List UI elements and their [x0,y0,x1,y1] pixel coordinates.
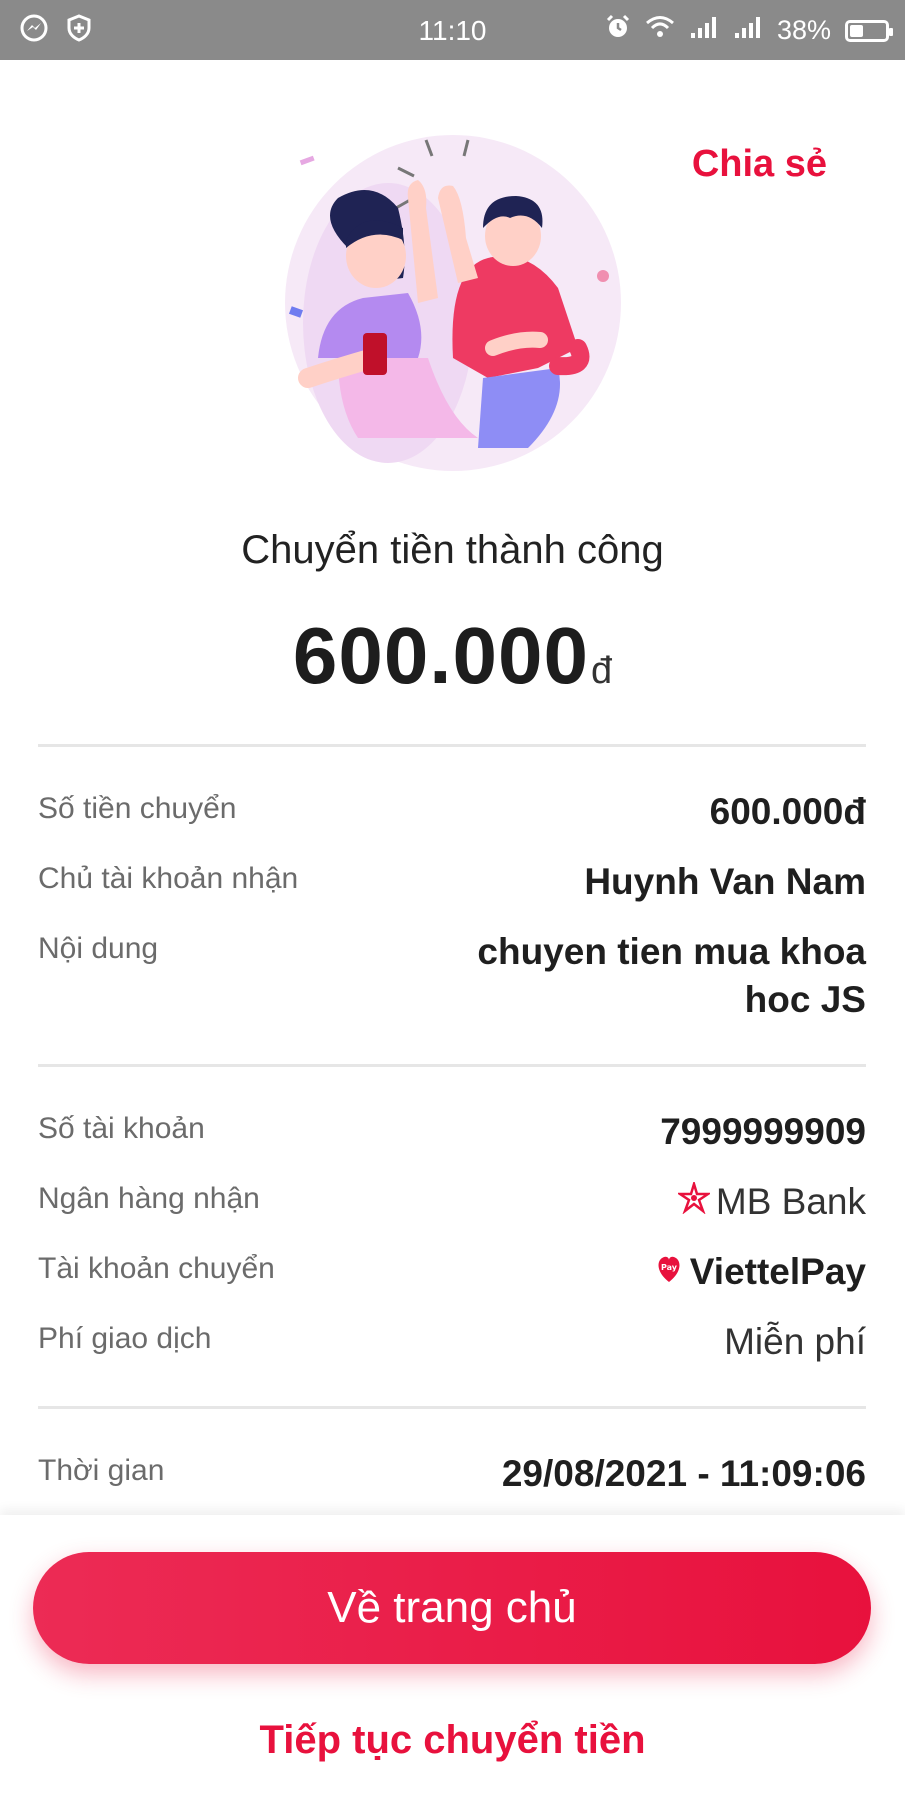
home-button[interactable]: Về trang chủ [33,1552,871,1664]
detail-value: Miễn phí [724,1321,866,1362]
status-right-icons: 38% [605,14,893,47]
detail-label: Ngân hàng nhận [38,1182,260,1215]
bank-name: MB Bank [715,1181,866,1222]
alarm-icon [605,14,631,47]
detail-value: Huynh Van Nam [584,861,866,902]
amount-value: 600.000 [292,611,590,700]
divider [38,1406,866,1409]
detail-value: chuyen tien mua khoa hoc JS [477,928,866,1024]
signal-icon [733,15,763,46]
success-illustration [278,128,628,478]
detail-value: 600.000đ [709,791,866,832]
battery-icon [845,19,893,42]
detail-label: Thời gian [38,1454,165,1487]
success-title: Chuyển tiền thành công [241,528,664,572]
transfer-amount: 600.000đ [0,610,905,702]
detail-label: Phí giao dịch [38,1322,212,1355]
divider [38,1064,866,1067]
signal-icon [689,15,719,46]
detail-row-recipient: Chủ tài khoản nhận Huynh Van Nam [38,858,866,906]
detail-label: Chủ tài khoản nhận [38,862,299,895]
content-line-2: hoc JS [744,979,866,1020]
amount-currency: đ [591,650,613,692]
source-name: ViettelPay [689,1251,866,1292]
share-link[interactable]: Chia sẻ [692,143,827,186]
detail-row-fee: Phí giao dịch Miễn phí [38,1318,866,1366]
detail-row-amount: Số tiền chuyển 600.000đ [38,788,866,836]
continue-transfer-link[interactable]: Tiếp tục chuyển tiền [0,1718,905,1763]
divider [38,744,866,747]
detail-value: Pay ViettelPay [654,1248,866,1296]
mbbank-logo-icon [675,1178,713,1226]
detail-value: 29/08/2021 - 11:09:06 [501,1453,866,1494]
viettelpay-logo-icon: Pay [654,1248,684,1296]
content-line-1: chuyen tien mua khoa [477,931,866,972]
detail-label: Số tài khoản [38,1112,205,1145]
detail-row-time: Thời gian 29/08/2021 - 11:09:06 [38,1450,866,1498]
battery-percent: 38% [776,15,831,45]
status-bar: 11:10 38% [0,0,905,60]
detail-value: MB Bank [675,1178,866,1226]
svg-text:Pay: Pay [661,1263,678,1272]
detail-label: Số tiền chuyển [38,792,237,825]
wifi-icon [645,15,675,46]
detail-row-source-account: Tài khoản chuyển Pay ViettelPay [38,1248,866,1296]
detail-value: 7999999909 [660,1111,866,1152]
detail-row-receiving-bank: Ngân hàng nhận MB Bank [38,1178,866,1226]
detail-label: Tài khoản chuyển [38,1252,275,1285]
detail-row-content: Nội dung chuyen tien mua khoa hoc JS [38,928,866,1024]
detail-row-account-number: Số tài khoản 7999999909 [38,1108,866,1156]
detail-label: Nội dung [38,932,159,965]
